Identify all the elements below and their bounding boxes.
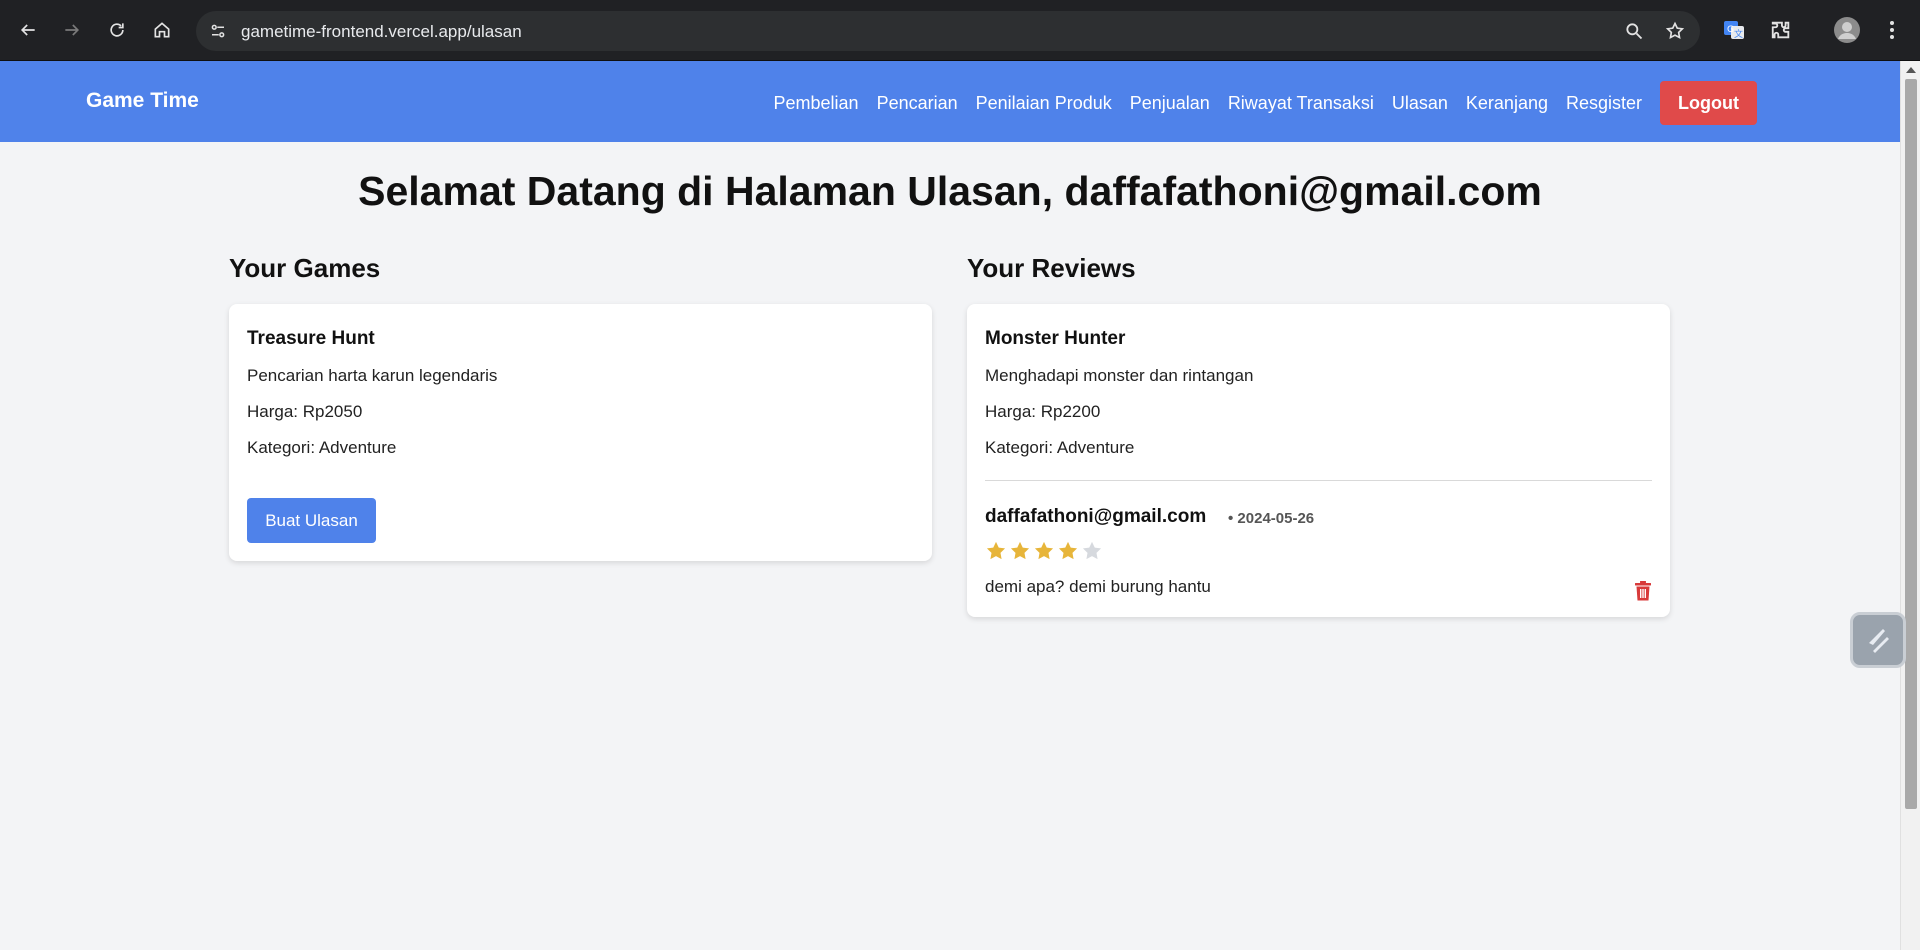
- brand-logo[interactable]: Game Time: [86, 89, 199, 113]
- page-scrollbar[interactable]: [1900, 61, 1920, 950]
- trash-icon[interactable]: [1634, 581, 1652, 601]
- review-game-name: Monster Hunter: [985, 328, 1126, 349]
- your-games-heading: Your Games: [229, 253, 381, 283]
- game-category: Kategori: Adventure: [247, 438, 397, 457]
- nav-link-pencarian[interactable]: Pencarian: [877, 93, 958, 114]
- browser-toolbar: gametime-frontend.vercel.app/ulasan G文: [0, 0, 1920, 61]
- review-game-description: Menghadapi monster dan rintangan: [985, 366, 1254, 385]
- zoom-icon[interactable]: [1622, 19, 1646, 43]
- game-price: Harga: Rp2050: [247, 402, 363, 421]
- site-info-icon[interactable]: [206, 19, 230, 43]
- nav-link-riwayat-transaksi[interactable]: Riwayat Transaksi: [1228, 93, 1374, 114]
- star-filled-icon: [1058, 541, 1078, 560]
- back-icon[interactable]: [12, 14, 44, 46]
- nav-link-pembelian[interactable]: Pembelian: [774, 93, 859, 114]
- logout-button[interactable]: Logout: [1660, 81, 1757, 125]
- review-date: • 2024-05-26: [1228, 510, 1315, 527]
- profile-avatar[interactable]: [1833, 16, 1861, 44]
- svg-text:G: G: [1727, 25, 1734, 35]
- url-text[interactable]: gametime-frontend.vercel.app/ulasan: [241, 22, 522, 42]
- game-name: Treasure Hunt: [247, 328, 375, 349]
- page-title: Selamat Datang di Halaman Ulasan, daffaf…: [358, 168, 1542, 214]
- lightning-icon: [1869, 629, 1889, 653]
- your-reviews-heading: Your Reviews: [967, 253, 1136, 283]
- reload-icon[interactable]: [101, 14, 133, 46]
- review-card: Monster Hunter Menghadapi monster dan ri…: [967, 304, 1670, 617]
- svg-text:文: 文: [1734, 28, 1743, 40]
- scroll-up-icon[interactable]: [1906, 67, 1916, 73]
- divider: [985, 480, 1652, 481]
- floating-assistant-button[interactable]: [1850, 612, 1906, 668]
- address-bar[interactable]: gametime-frontend.vercel.app/ulasan: [196, 11, 1700, 51]
- nav-link-keranjang[interactable]: Keranjang: [1466, 93, 1548, 114]
- scroll-thumb[interactable]: [1905, 79, 1917, 809]
- nav-links: Pembelian Pencarian Penilaian Produk Pen…: [774, 81, 1757, 125]
- review-text: demi apa? demi burung hantu: [985, 577, 1211, 596]
- star-rating: [985, 540, 1103, 562]
- forward-icon[interactable]: [56, 14, 88, 46]
- review-game-category: Kategori: Adventure: [985, 438, 1135, 457]
- star-filled-icon: [1034, 541, 1054, 560]
- translate-icon[interactable]: G文: [1720, 16, 1748, 44]
- star-filled-icon: [986, 541, 1006, 560]
- app-navbar: Game Time Pembelian Pencarian Penilaian …: [0, 61, 1900, 142]
- reviewer-email: daffafathoni@gmail.com: [985, 506, 1207, 527]
- nav-link-penilaian-produk[interactable]: Penilaian Produk: [976, 93, 1112, 114]
- buat-ulasan-button[interactable]: Buat Ulasan: [247, 498, 376, 543]
- home-icon[interactable]: [146, 14, 178, 46]
- game-description: Pencarian harta karun legendaris: [247, 366, 498, 385]
- extensions-icon[interactable]: [1767, 16, 1795, 44]
- star-empty-icon: [1082, 541, 1102, 560]
- star-filled-icon: [1010, 541, 1030, 560]
- bookmark-star-icon[interactable]: [1663, 19, 1687, 43]
- review-game-price: Harga: Rp2200: [985, 402, 1101, 421]
- browser-menu-icon[interactable]: [1878, 16, 1906, 44]
- nav-link-penjualan[interactable]: Penjualan: [1130, 93, 1210, 114]
- game-card: Treasure Hunt Pencarian harta karun lege…: [229, 304, 932, 561]
- nav-link-register[interactable]: Resgister: [1566, 93, 1642, 114]
- nav-link-ulasan[interactable]: Ulasan: [1392, 93, 1448, 114]
